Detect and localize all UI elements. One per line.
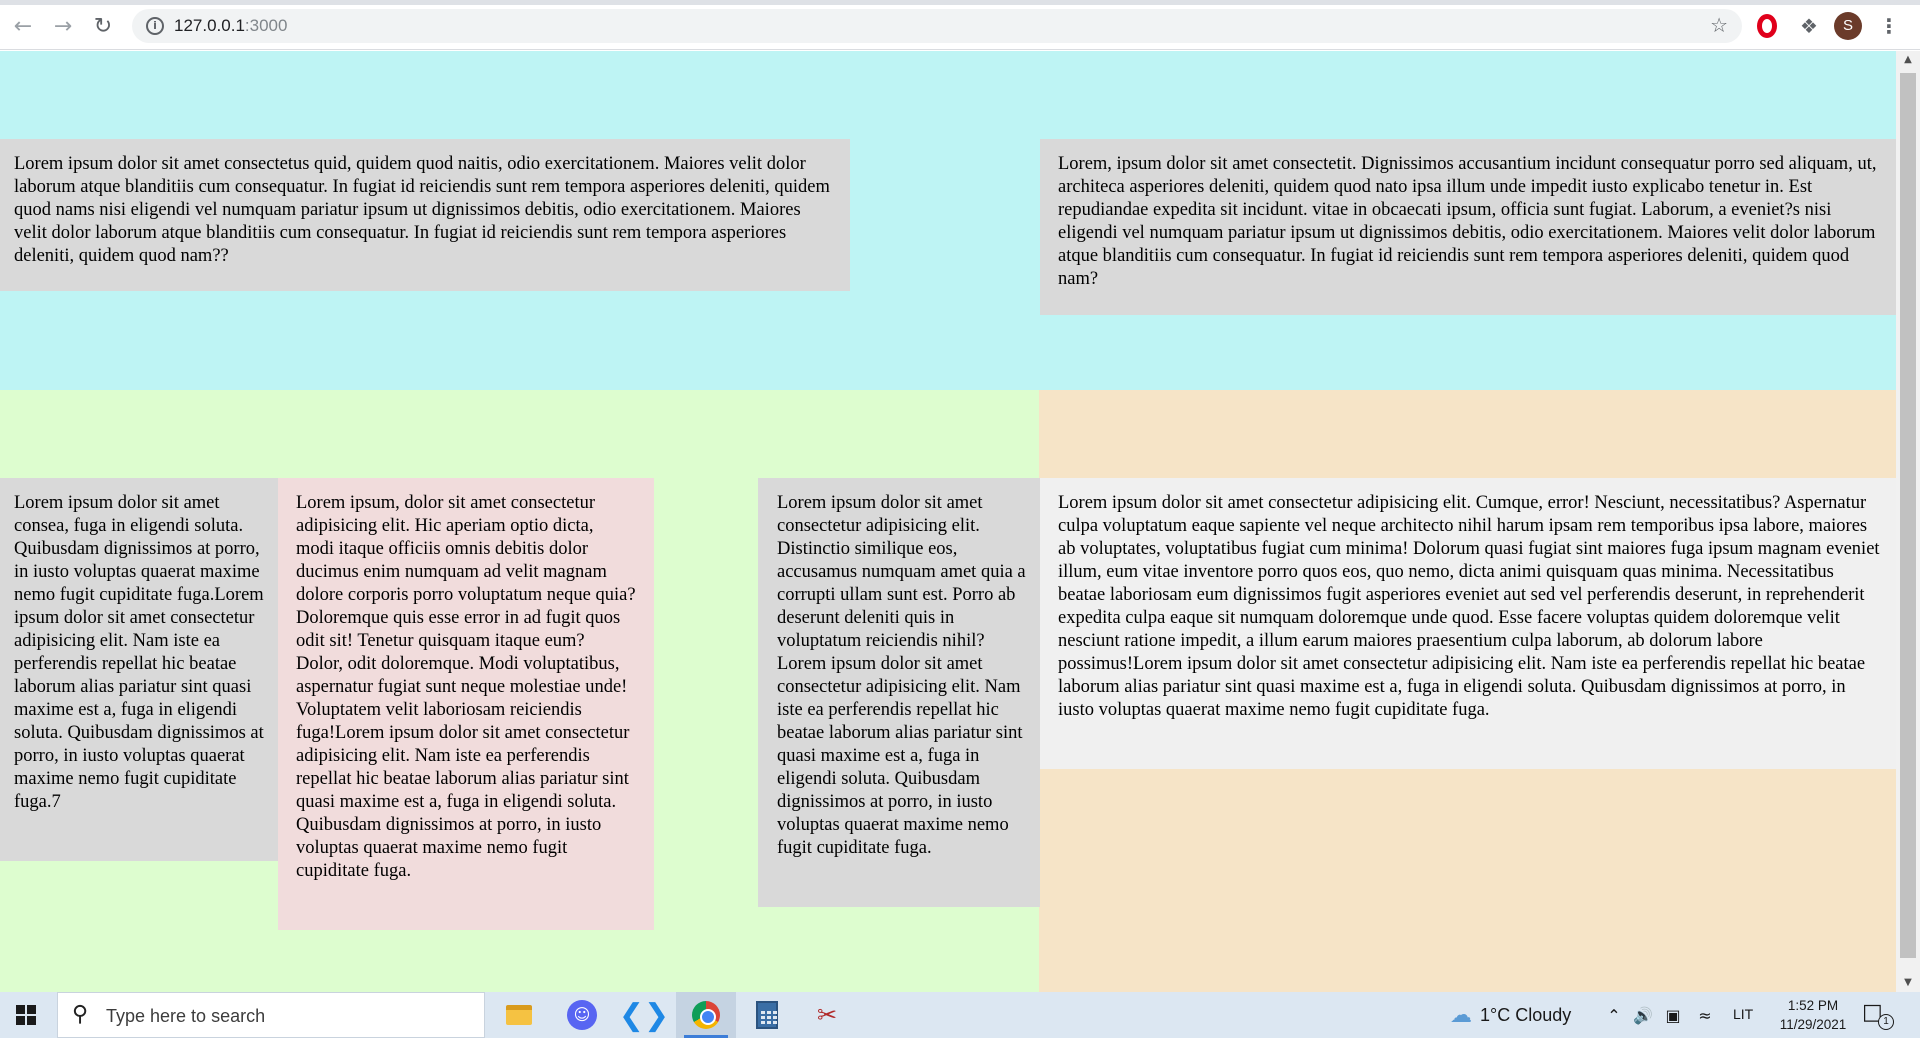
notification-center-icon[interactable]: □ 1 bbox=[1862, 1000, 1894, 1030]
address-bar[interactable]: i 127.0.0.1:3000 ☆ bbox=[132, 9, 1742, 43]
site-info-icon[interactable]: i bbox=[146, 17, 164, 35]
vscode-icon[interactable]: ❮❯ bbox=[614, 992, 674, 1038]
calculator-icon[interactable] bbox=[737, 992, 797, 1038]
weather-widget[interactable]: ☁ 1°C Cloudy bbox=[1450, 992, 1571, 1038]
notification-count-badge: 1 bbox=[1878, 1014, 1894, 1030]
file-explorer-icon[interactable] bbox=[489, 992, 549, 1038]
text-box-top-right: Lorem, ipsum dolor sit amet consectetit.… bbox=[1040, 139, 1896, 315]
page-scrollbar[interactable]: ▲ ▼ bbox=[1896, 51, 1920, 992]
taskbar-search-box[interactable]: ⚲ Type here to search bbox=[57, 992, 485, 1038]
volume-icon[interactable]: 🔊 bbox=[1630, 992, 1656, 1038]
url-port: :3000 bbox=[244, 16, 288, 35]
snipping-tool-icon[interactable]: ✂ bbox=[797, 992, 857, 1038]
page-viewport: Lorem ipsum dolor sit amet consectetus q… bbox=[0, 51, 1896, 992]
wifi-icon[interactable]: ≈ bbox=[1692, 992, 1718, 1038]
start-button[interactable] bbox=[0, 992, 52, 1038]
clock-date: 11/29/2021 bbox=[1779, 1017, 1847, 1032]
forward-icon[interactable]: → bbox=[49, 12, 77, 40]
text-box-bottom-1: Lorem ipsum dolor sit amet consea, fuga … bbox=[0, 478, 278, 861]
windows-taskbar: ⚲ Type here to search ☺ ❮❯ ✂ ☁ 1°C Cloud… bbox=[0, 992, 1920, 1038]
tab-strip bbox=[0, 0, 1920, 5]
show-hidden-icons-chevron-icon[interactable]: ⌃ bbox=[1602, 992, 1626, 1038]
extensions-puzzle-icon[interactable]: ❖ bbox=[1796, 13, 1822, 39]
network-monitor-icon[interactable]: ▣ bbox=[1660, 992, 1686, 1038]
url-host: 127.0.0.1 bbox=[174, 16, 245, 35]
search-icon: ⚲ bbox=[72, 1002, 89, 1027]
text-box-bottom-right: Lorem ipsum dolor sit amet consectetur a… bbox=[1040, 478, 1896, 769]
text-box-bottom-2: Lorem ipsum, dolor sit amet consectetur … bbox=[278, 478, 654, 930]
input-language[interactable]: LIT bbox=[1733, 1006, 1753, 1022]
cloud-icon: ☁ bbox=[1450, 1002, 1472, 1028]
bookmark-star-icon[interactable]: ☆ bbox=[1710, 13, 1728, 37]
search-placeholder: Type here to search bbox=[106, 1006, 266, 1026]
discord-icon[interactable]: ☺ bbox=[552, 992, 612, 1038]
profile-avatar[interactable]: S bbox=[1834, 12, 1862, 40]
text-box-top-left: Lorem ipsum dolor sit amet consectetus q… bbox=[0, 139, 850, 291]
back-icon[interactable]: ← bbox=[9, 12, 37, 40]
taskbar-clock[interactable]: 1:52 PM 11/29/2021 bbox=[1768, 996, 1858, 1034]
reload-icon[interactable]: ↻ bbox=[89, 12, 117, 40]
scrollbar-thumb[interactable] bbox=[1900, 73, 1916, 958]
url-text[interactable]: 127.0.0.1:3000 bbox=[174, 16, 287, 36]
opera-adblock-icon[interactable] bbox=[1754, 13, 1780, 39]
windows-logo-icon bbox=[16, 1005, 36, 1025]
clock-time: 1:52 PM bbox=[1787, 998, 1839, 1013]
scroll-down-arrow-icon[interactable]: ▼ bbox=[1896, 974, 1920, 992]
browser-toolbar: ← → ↻ i 127.0.0.1:3000 ☆ ❖ S ⋮ bbox=[0, 0, 1920, 50]
menu-kebab-icon[interactable]: ⋮ bbox=[1876, 13, 1902, 39]
text-box-bottom-3: Lorem ipsum dolor sit amet consectetur a… bbox=[758, 478, 1040, 907]
weather-text: 1°C Cloudy bbox=[1480, 1004, 1572, 1025]
chrome-icon[interactable] bbox=[676, 992, 736, 1038]
scroll-up-arrow-icon[interactable]: ▲ bbox=[1896, 51, 1920, 69]
